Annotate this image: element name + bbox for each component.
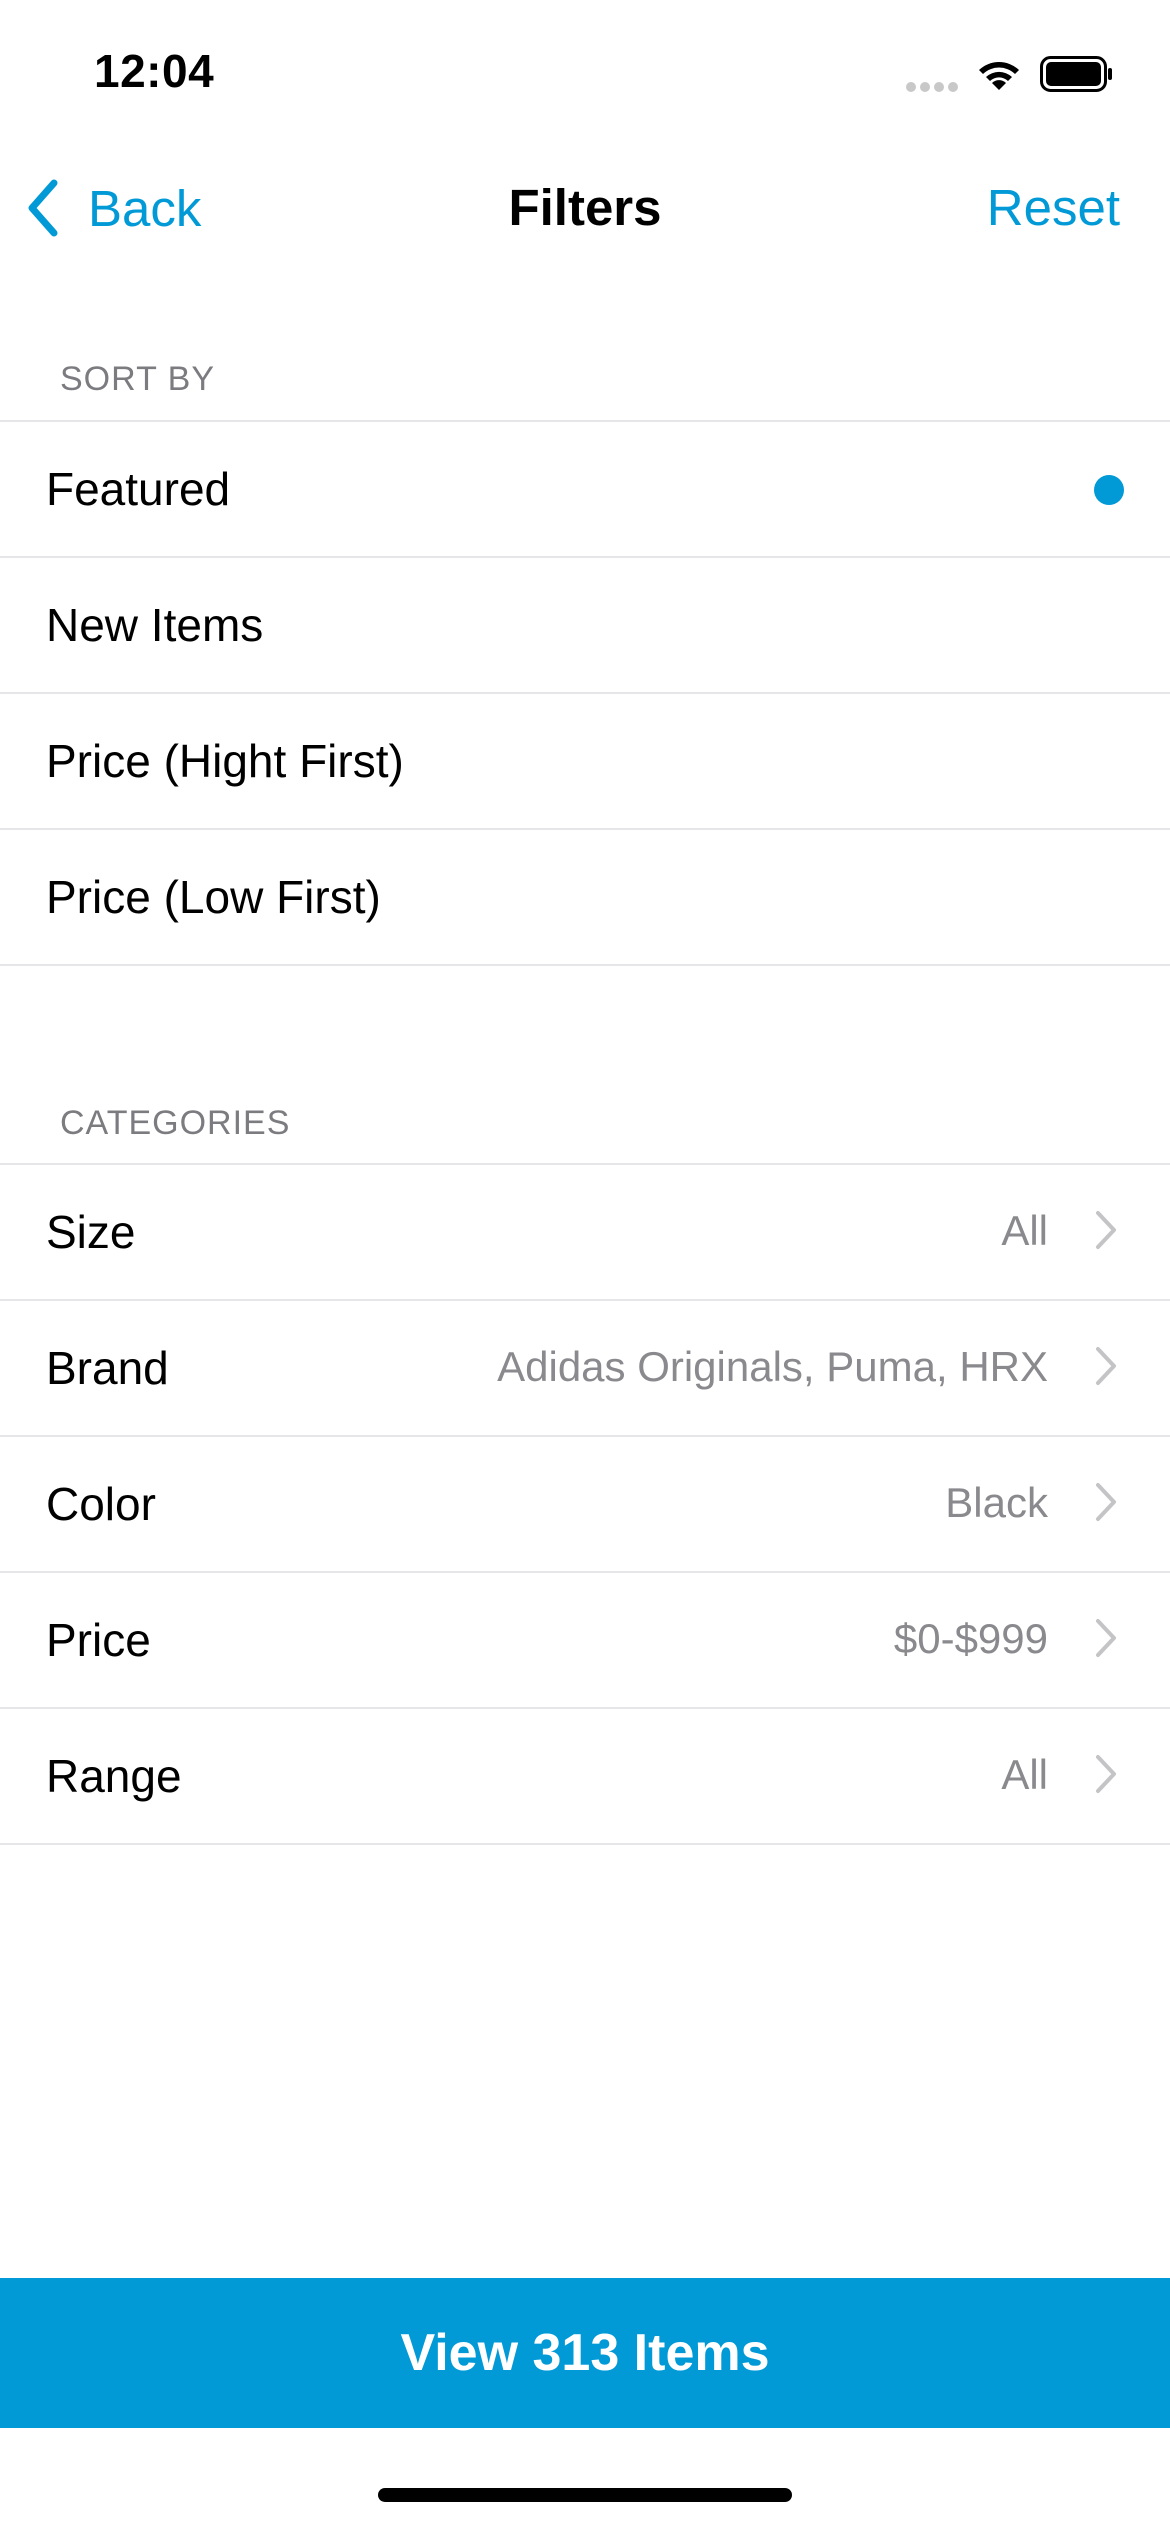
sort-option-label: Price (Hight First) <box>46 735 404 787</box>
categories-header: CATEGORIES <box>60 1104 291 1142</box>
categories-list: Size All Brand Adidas Originals, Puma, H… <box>0 1163 1170 1845</box>
selected-dot-icon <box>1094 475 1124 505</box>
wifi-icon <box>979 62 1019 90</box>
category-color[interactable]: Color Black <box>0 1435 1170 1571</box>
category-label: Price <box>46 1614 151 1666</box>
category-label: Range <box>46 1750 182 1802</box>
sort-option-label: New Items <box>46 599 264 651</box>
category-label: Color <box>46 1478 156 1530</box>
chevron-right-icon <box>1096 1347 1116 1385</box>
chevron-right-icon <box>1096 1211 1116 1249</box>
sort-by-header: SORT BY <box>60 360 216 398</box>
sort-option-featured[interactable]: Featured <box>0 420 1170 556</box>
sort-option-price-high-first[interactable]: Price (Hight First) <box>0 692 1170 828</box>
status-time: 12:04 <box>94 45 215 97</box>
category-value: All <box>1001 1751 1048 1798</box>
chevron-right-icon <box>1096 1619 1116 1657</box>
category-range[interactable]: Range All <box>0 1707 1170 1845</box>
sort-by-list: Featured New Items Price (Hight First) P… <box>0 420 1170 966</box>
category-brand[interactable]: Brand Adidas Originals, Puma, HRX <box>0 1299 1170 1435</box>
status-bar: 12:04 <box>0 0 1170 150</box>
category-price[interactable]: Price $0-$999 <box>0 1571 1170 1707</box>
category-size[interactable]: Size All <box>0 1163 1170 1299</box>
view-items-button[interactable]: View 313 Items <box>0 2278 1170 2428</box>
reset-button[interactable]: Reset <box>987 178 1120 237</box>
sort-option-label: Featured <box>46 463 231 515</box>
chevron-right-icon <box>1096 1755 1116 1793</box>
sort-option-price-low-first[interactable]: Price (Low First) <box>0 828 1170 966</box>
cellular-signal-icon <box>906 82 960 92</box>
category-label: Size <box>46 1206 136 1258</box>
category-value: All <box>1001 1207 1048 1254</box>
category-label: Brand <box>46 1342 169 1394</box>
battery-icon <box>1040 56 1112 92</box>
home-indicator[interactable] <box>378 2488 792 2502</box>
category-value: Adidas Originals, Puma, HRX <box>497 1343 1048 1390</box>
chevron-right-icon <box>1096 1483 1116 1521</box>
category-value: Black <box>945 1479 1048 1526</box>
navigation-bar: Back Filters Reset <box>0 150 1170 266</box>
category-value: $0-$999 <box>893 1615 1048 1662</box>
sort-option-new-items[interactable]: New Items <box>0 556 1170 692</box>
sort-option-label: Price (Low First) <box>46 871 381 923</box>
